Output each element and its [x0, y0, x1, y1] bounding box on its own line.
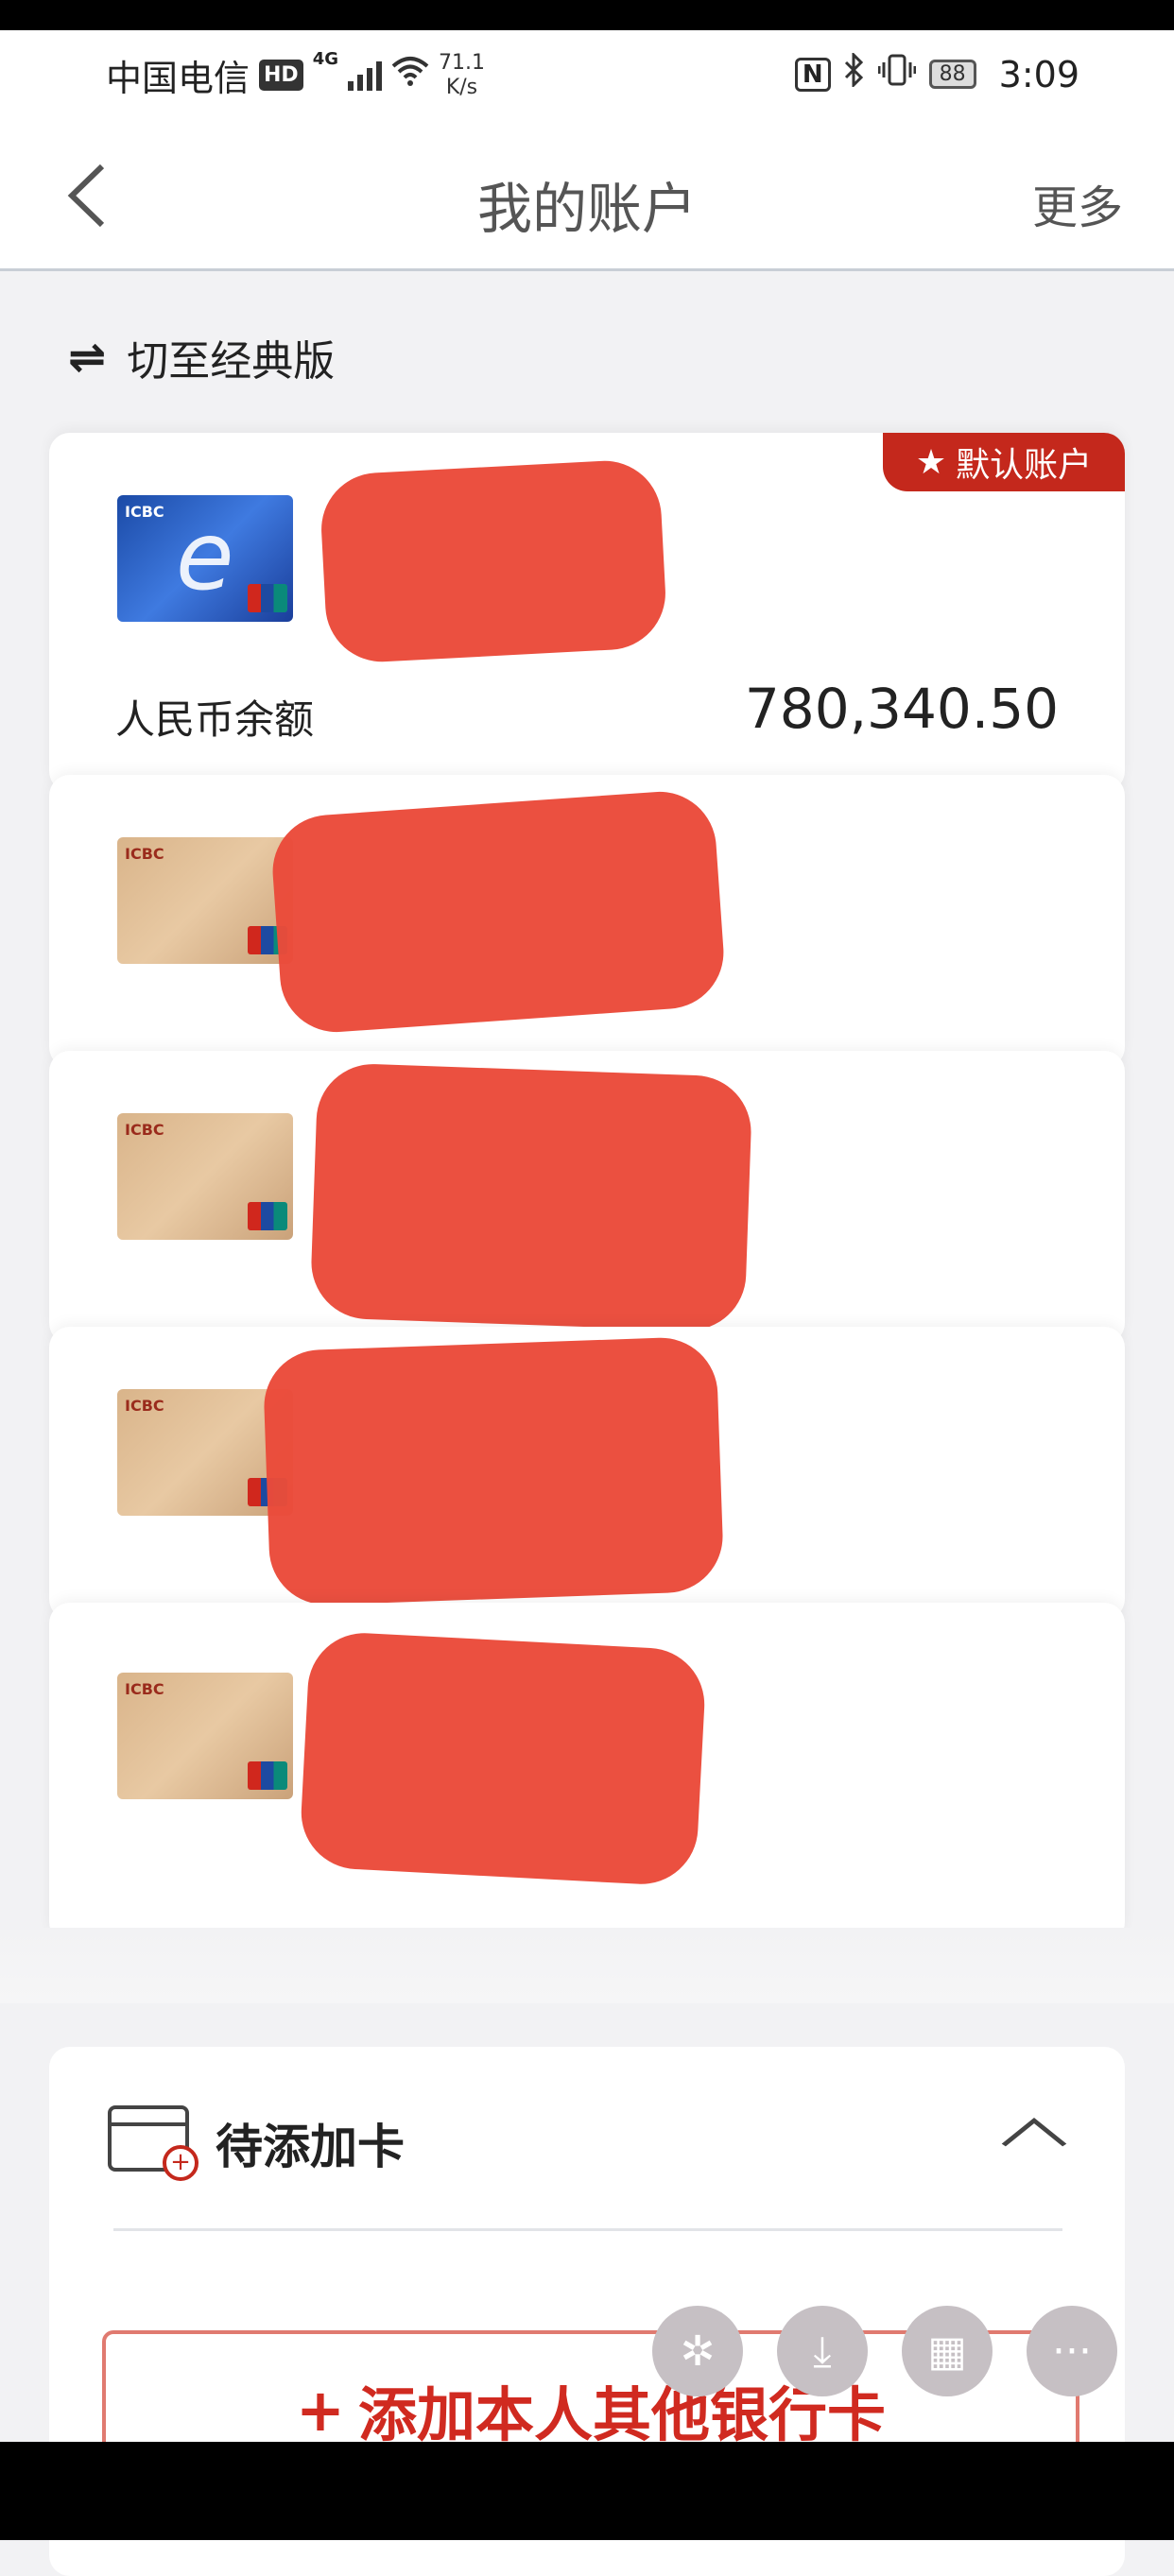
divider [113, 2228, 1062, 2231]
card-thumbnail: ICBC [117, 1673, 293, 1799]
download-icon: ⤓ [813, 2327, 832, 2376]
pending-cards-title: 待添加卡 [216, 2120, 405, 2174]
default-account-badge: ★ 默认账户 [883, 433, 1125, 491]
status-bar: 中国电信 HD 4G 71.1 K/s N 88 3:09 [0, 30, 1174, 138]
add-card-icon: + [108, 2105, 199, 2181]
icbc-logo: ICBC [125, 1121, 164, 1139]
plus-icon: + [296, 2375, 345, 2445]
redaction-mark [319, 457, 668, 665]
account-card-default[interactable]: ★ 默认账户 ICBC e 人民币余额 780,340.50 [49, 433, 1125, 792]
battery-icon: 88 [928, 60, 976, 89]
unionpay-icon [248, 584, 287, 612]
unionpay-icon [248, 1202, 287, 1230]
clock: 3:09 [998, 53, 1079, 95]
signal-bars-icon [348, 60, 383, 91]
switch-classic-label: 切至经典版 [127, 337, 336, 386]
account-card[interactable]: ICBC [49, 775, 1125, 1068]
signal-type-label: 4G [312, 49, 339, 69]
status-right: N 88 3:09 [794, 51, 1079, 95]
bottom-black-bar [0, 2442, 1174, 2540]
redaction-mark [298, 1630, 708, 1887]
collapse-chevron-icon[interactable] [1000, 2104, 1069, 2160]
speed-unit: K/s [445, 75, 478, 99]
plus-circle-icon: + [163, 2145, 199, 2181]
page-title: 我的账户 [476, 177, 697, 241]
e-logo-icon: e [176, 501, 234, 611]
hd-icon: HD [259, 60, 303, 91]
floating-more-button[interactable]: ··· [1027, 2306, 1117, 2396]
unionpay-icon [248, 1761, 287, 1790]
balance-value: 780,340.50 [744, 677, 1059, 741]
default-account-label: 默认账户 [956, 446, 1093, 485]
card-thumbnail: ICBC [117, 1113, 293, 1240]
icbc-logo: ICBC [125, 503, 164, 521]
bluetooth-icon [844, 51, 865, 95]
status-left: 中国电信 HD 4G 71.1 K/s [106, 49, 485, 101]
card-thumbnail: ICBC e [117, 495, 293, 622]
grid-icon: ▦ [927, 2327, 967, 2376]
floating-download-button[interactable]: ⤓ [777, 2306, 868, 2396]
more-button[interactable]: 更多 [1032, 170, 1123, 236]
vibrate-icon [877, 53, 917, 95]
floating-grid-button[interactable]: ▦ [902, 2306, 993, 2396]
carrier-label: 中国电信 [106, 58, 250, 99]
icbc-logo: ICBC [125, 1680, 164, 1698]
redaction-mark [268, 787, 728, 1037]
redaction-mark [309, 1062, 753, 1332]
swap-icon: ⇌ [68, 331, 107, 384]
balance-label: 人民币余额 [115, 696, 315, 743]
network-speed: 71.1 K/s [439, 51, 485, 100]
account-card[interactable]: ICBC [49, 1603, 1125, 1943]
star-icon: ★ [915, 442, 947, 482]
icbc-logo: ICBC [125, 845, 164, 863]
card-thumbnail: ICBC [117, 837, 293, 964]
list-bottom-fade [0, 1928, 1174, 2003]
top-black-bar [0, 0, 1174, 30]
speed-value: 71.1 [439, 50, 485, 75]
sparkle-icon: ✲ [680, 2327, 716, 2376]
account-card[interactable]: ICBC [49, 1327, 1125, 1620]
nav-bar: 我的账户 更多 [0, 138, 1174, 271]
icbc-logo: ICBC [125, 1397, 164, 1415]
switch-classic-button[interactable]: ⇌ 切至经典版 [68, 327, 335, 387]
account-card[interactable]: ICBC [49, 1051, 1125, 1344]
floating-assistant-button[interactable]: ✲ [652, 2306, 743, 2396]
redaction-mark [262, 1335, 725, 1607]
wifi-icon [391, 55, 429, 95]
nfc-icon: N [794, 57, 831, 92]
more-dots-icon: ··· [1052, 2327, 1092, 2376]
